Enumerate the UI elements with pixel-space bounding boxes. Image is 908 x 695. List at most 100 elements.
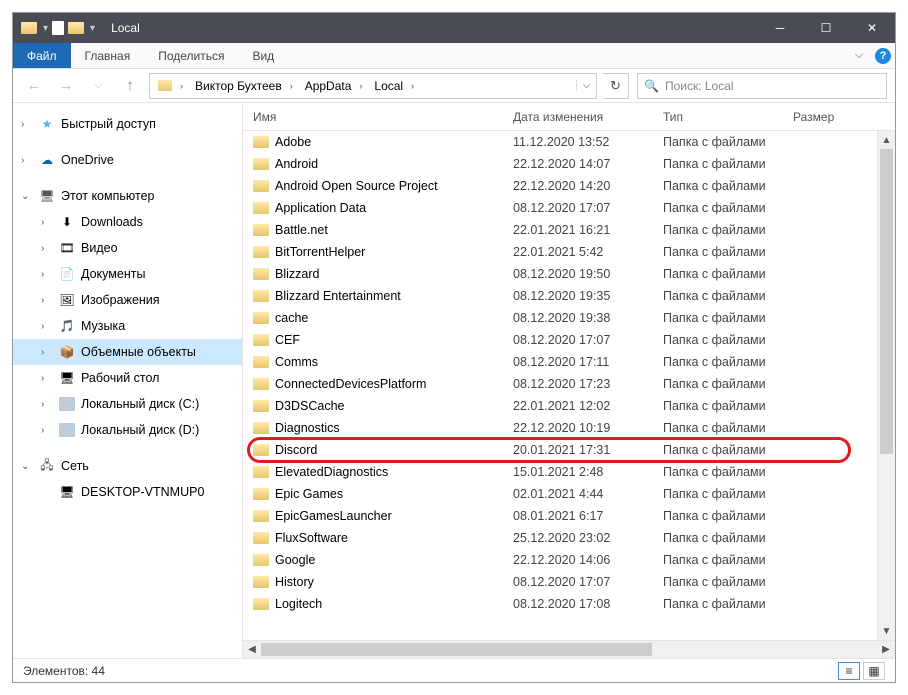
file-row[interactable]: cache08.12.2020 19:38Папка с файлами — [243, 307, 895, 329]
folder-icon — [253, 290, 269, 302]
breadcrumb-seg-1[interactable]: AppData — [297, 79, 356, 93]
file-date: 15.01.2021 2:48 — [513, 465, 663, 479]
refresh-button[interactable]: ↻ — [603, 73, 629, 99]
breadcrumb-seg-0[interactable]: Виктор Бухтеев — [187, 79, 286, 93]
ribbon-tabs: Файл Главная Поделиться Вид ⌵ ? — [13, 43, 895, 69]
file-date: 08.12.2020 19:35 — [513, 289, 663, 303]
nav-up-button[interactable]: ↑ — [117, 73, 143, 99]
column-size[interactable]: Размер — [793, 110, 873, 124]
nav-back-button[interactable]: ← — [21, 73, 47, 99]
file-name: Google — [275, 553, 315, 567]
file-date: 22.12.2020 14:07 — [513, 157, 663, 171]
tab-home[interactable]: Главная — [71, 43, 145, 68]
nav-quick-access[interactable]: ›★Быстрый доступ — [13, 111, 242, 137]
tab-view[interactable]: Вид — [238, 43, 288, 68]
address-bar[interactable]: › Виктор Бухтеев › AppData › Local › ⌵ — [149, 73, 597, 99]
nav-thispc[interactable]: ⌄🖥Этот компьютер — [13, 183, 242, 209]
nav-network-pc[interactable]: 🖥DESKTOP-VTNMUP0 — [13, 479, 242, 505]
file-date: 08.12.2020 17:07 — [513, 201, 663, 215]
file-row[interactable]: Diagnostics22.12.2020 10:19Папка с файла… — [243, 417, 895, 439]
nav-recent-dropdown[interactable]: ⌵ — [85, 73, 111, 99]
file-row[interactable]: Android Open Source Project22.12.2020 14… — [243, 175, 895, 197]
file-row[interactable]: Logitech08.12.2020 17:08Папка с файлами — [243, 593, 895, 615]
nav-3dobjects[interactable]: ›📦Объемные объекты — [13, 339, 242, 365]
column-type[interactable]: Тип — [663, 110, 793, 124]
file-row[interactable]: Application Data08.12.2020 17:07Папка с … — [243, 197, 895, 219]
view-details-button[interactable]: ≡ — [838, 662, 860, 680]
file-row[interactable]: Epic Games02.01.2021 4:44Папка с файлами — [243, 483, 895, 505]
maximize-button[interactable]: ☐ — [803, 13, 849, 43]
properties-icon[interactable] — [52, 21, 64, 35]
folder-icon — [253, 400, 269, 412]
address-dropdown[interactable]: ⌵ — [576, 80, 596, 91]
file-row[interactable]: Blizzard Entertainment08.12.2020 19:35Па… — [243, 285, 895, 307]
qat-dropdown-2[interactable]: ▾ — [90, 23, 95, 34]
titlebar: ▾ ▾ Local ─ ☐ ✕ — [13, 13, 895, 43]
vertical-scrollbar[interactable]: ▲▼ — [877, 131, 895, 640]
help-button[interactable]: ? — [871, 43, 895, 68]
file-row[interactable]: ElevatedDiagnostics15.01.2021 2:48Папка … — [243, 461, 895, 483]
file-type: Папка с файлами — [663, 311, 793, 325]
nav-documents[interactable]: ›📄Документы — [13, 261, 242, 287]
file-name: cache — [275, 311, 308, 325]
view-icons-button[interactable]: ▦ — [863, 662, 885, 680]
file-type: Папка с файлами — [663, 443, 793, 457]
horizontal-scrollbar[interactable]: ◀▶ — [243, 640, 895, 658]
file-row[interactable]: FluxSoftware25.12.2020 23:02Папка с файл… — [243, 527, 895, 549]
close-button[interactable]: ✕ — [849, 13, 895, 43]
file-type: Папка с файлами — [663, 553, 793, 567]
file-date: 08.12.2020 17:23 — [513, 377, 663, 391]
nav-downloads[interactable]: ›⬇Downloads — [13, 209, 242, 235]
file-row[interactable]: Google 22.12.2020 14:06Папка с файлами — [243, 549, 895, 571]
folder-icon — [253, 466, 269, 478]
column-name[interactable]: Имя — [253, 110, 513, 124]
folder-icon-2 — [68, 22, 84, 34]
search-box[interactable]: 🔍 Поиск: Local — [637, 73, 887, 99]
file-row[interactable]: Comms08.12.2020 17:11Папка с файлами — [243, 351, 895, 373]
folder-icon — [253, 554, 269, 566]
file-date: 08.12.2020 17:07 — [513, 333, 663, 347]
tab-file[interactable]: Файл — [13, 43, 71, 68]
breadcrumb-seg-2[interactable]: Local — [366, 79, 407, 93]
nav-network[interactable]: ⌄🖧Сеть — [13, 453, 242, 479]
file-row[interactable]: History08.12.2020 17:07Папка с файлами — [243, 571, 895, 593]
file-type: Папка с файлами — [663, 377, 793, 391]
file-row[interactable]: Battle.net22.01.2021 16:21Папка с файлам… — [243, 219, 895, 241]
folder-icon — [253, 444, 269, 456]
qat-dropdown-1[interactable]: ▾ — [43, 23, 48, 34]
file-type: Папка с файлами — [663, 333, 793, 347]
file-date: 08.12.2020 17:11 — [513, 355, 663, 369]
nav-videos[interactable]: ›🎞Видео — [13, 235, 242, 261]
nav-forward-button[interactable]: → — [53, 73, 79, 99]
search-placeholder: Поиск: Local — [665, 79, 734, 93]
folder-icon — [253, 224, 269, 236]
nav-desktop[interactable]: ›🖥Рабочий стол — [13, 365, 242, 391]
file-name: ElevatedDiagnostics — [275, 465, 388, 479]
file-type: Папка с файлами — [663, 135, 793, 149]
nav-disk-d[interactable]: ›Локальный диск (D:) — [13, 417, 242, 443]
nav-onedrive[interactable]: ›☁OneDrive — [13, 147, 242, 173]
file-date: 22.01.2021 16:21 — [513, 223, 663, 237]
nav-pictures[interactable]: ›🖼Изображения — [13, 287, 242, 313]
column-date[interactable]: Дата изменения — [513, 110, 663, 124]
file-date: 22.12.2020 14:06 — [513, 553, 663, 567]
file-row[interactable]: EpicGamesLauncher08.01.2021 6:17Папка с … — [243, 505, 895, 527]
folder-icon — [253, 510, 269, 522]
file-row[interactable]: BitTorrentHelper22.01.2021 5:42Папка с ф… — [243, 241, 895, 263]
file-row[interactable]: Android22.12.2020 14:07Папка с файлами — [243, 153, 895, 175]
file-row[interactable]: D3DSCache22.01.2021 12:02Папка с файлами — [243, 395, 895, 417]
file-row[interactable]: ConnectedDevicesPlatform08.12.2020 17:23… — [243, 373, 895, 395]
file-row[interactable]: Adobe11.12.2020 13:52Папка с файлами — [243, 131, 895, 153]
minimize-button[interactable]: ─ — [757, 13, 803, 43]
file-date: 22.01.2021 12:02 — [513, 399, 663, 413]
file-name: Adobe — [275, 135, 311, 149]
nav-music[interactable]: ›🎵Музыка — [13, 313, 242, 339]
tab-share[interactable]: Поделиться — [144, 43, 238, 68]
file-type: Папка с файлами — [663, 487, 793, 501]
file-row[interactable]: Blizzard08.12.2020 19:50Папка с файлами — [243, 263, 895, 285]
nav-disk-c[interactable]: ›Локальный диск (C:) — [13, 391, 242, 417]
ribbon-expand-button[interactable]: ⌵ — [847, 43, 871, 68]
file-row[interactable]: CEF08.12.2020 17:07Папка с файлами — [243, 329, 895, 351]
file-date: 02.01.2021 4:44 — [513, 487, 663, 501]
file-row[interactable]: Discord20.01.2021 17:31Папка с файлами — [243, 439, 895, 461]
